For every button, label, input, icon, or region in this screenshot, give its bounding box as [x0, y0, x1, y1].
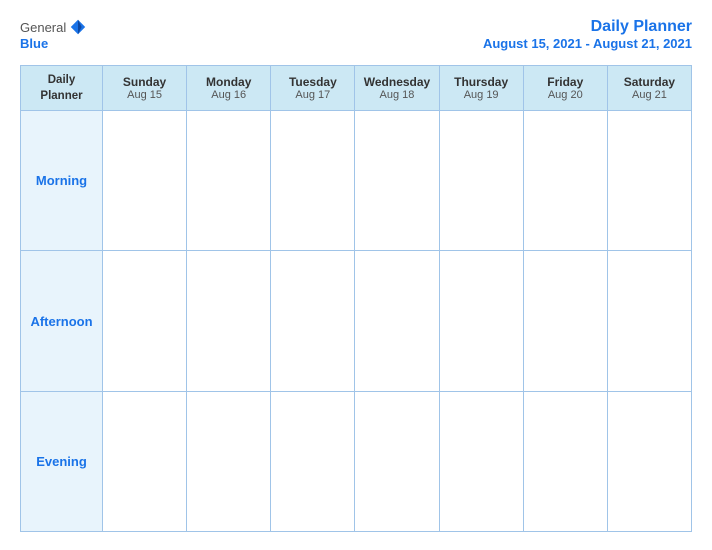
logo-icon: [69, 18, 87, 36]
cell-evening-wednesday[interactable]: [355, 391, 439, 531]
cell-evening-thursday[interactable]: [439, 391, 523, 531]
planner-table: Daily Planner Sunday Aug 15 Monday Aug 1…: [20, 65, 692, 532]
col-header-sunday: Sunday Aug 15: [103, 66, 187, 111]
col-header-thursday: Thursday Aug 19: [439, 66, 523, 111]
day-name-sunday: Sunday: [107, 75, 182, 89]
logo-general-text: General: [20, 20, 66, 35]
cell-morning-tuesday[interactable]: [271, 111, 355, 251]
cell-morning-saturday[interactable]: [607, 111, 691, 251]
cell-afternoon-monday[interactable]: [187, 251, 271, 391]
col-header-wednesday: Wednesday Aug 18: [355, 66, 439, 111]
cell-morning-sunday[interactable]: [103, 111, 187, 251]
day-date-friday: Aug 20: [528, 89, 603, 101]
col-header-monday: Monday Aug 16: [187, 66, 271, 111]
page-title: Daily Planner: [483, 18, 692, 36]
day-date-sunday: Aug 15: [107, 89, 182, 101]
day-name-thursday: Thursday: [444, 75, 519, 89]
table-row-morning: Morning: [21, 111, 692, 251]
cell-afternoon-friday[interactable]: [523, 251, 607, 391]
day-name-monday: Monday: [191, 75, 266, 89]
page-header: General Blue Daily Planner August 15, 20…: [20, 18, 692, 51]
cell-afternoon-wednesday[interactable]: [355, 251, 439, 391]
date-range: August 15, 2021 - August 21, 2021: [483, 36, 692, 51]
cell-evening-sunday[interactable]: [103, 391, 187, 531]
cell-afternoon-saturday[interactable]: [607, 251, 691, 391]
time-label-afternoon: Afternoon: [21, 251, 103, 391]
label-header-line1: Daily: [48, 74, 76, 86]
cell-evening-saturday[interactable]: [607, 391, 691, 531]
day-name-friday: Friday: [528, 75, 603, 89]
day-date-tuesday: Aug 17: [275, 89, 350, 101]
cell-evening-tuesday[interactable]: [271, 391, 355, 531]
day-name-wednesday: Wednesday: [359, 75, 434, 89]
col-header-saturday: Saturday Aug 21: [607, 66, 691, 111]
day-name-tuesday: Tuesday: [275, 75, 350, 89]
label-column-header: Daily Planner: [21, 66, 103, 111]
logo-blue-text: Blue: [20, 36, 48, 51]
cell-afternoon-sunday[interactable]: [103, 251, 187, 391]
cell-morning-thursday[interactable]: [439, 111, 523, 251]
logo: General: [20, 18, 87, 36]
cell-evening-monday[interactable]: [187, 391, 271, 531]
cell-afternoon-thursday[interactable]: [439, 251, 523, 391]
day-date-wednesday: Aug 18: [359, 89, 434, 101]
col-header-friday: Friday Aug 20: [523, 66, 607, 111]
cell-evening-friday[interactable]: [523, 391, 607, 531]
table-header-row: Daily Planner Sunday Aug 15 Monday Aug 1…: [21, 66, 692, 111]
cell-afternoon-tuesday[interactable]: [271, 251, 355, 391]
cell-morning-friday[interactable]: [523, 111, 607, 251]
table-row-afternoon: Afternoon: [21, 251, 692, 391]
day-date-thursday: Aug 19: [444, 89, 519, 101]
cell-morning-monday[interactable]: [187, 111, 271, 251]
title-area: Daily Planner August 15, 2021 - August 2…: [483, 18, 692, 51]
label-header-line2: Planner: [40, 90, 82, 102]
table-row-evening: Evening: [21, 391, 692, 531]
day-date-monday: Aug 16: [191, 89, 266, 101]
logo-area: General Blue: [20, 18, 87, 51]
col-header-tuesday: Tuesday Aug 17: [271, 66, 355, 111]
time-label-evening: Evening: [21, 391, 103, 531]
time-label-morning: Morning: [21, 111, 103, 251]
day-name-saturday: Saturday: [612, 75, 687, 89]
cell-morning-wednesday[interactable]: [355, 111, 439, 251]
day-date-saturday: Aug 21: [612, 89, 687, 101]
